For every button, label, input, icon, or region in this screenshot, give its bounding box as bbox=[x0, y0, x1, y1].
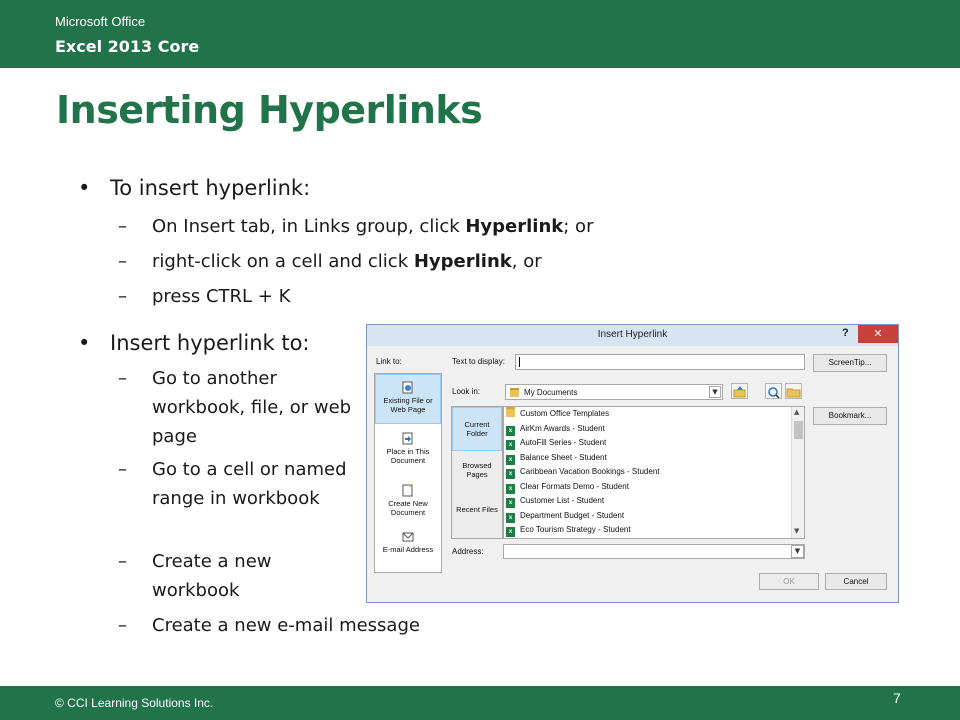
excel-file-icon: x bbox=[506, 498, 515, 508]
text-to-display-input[interactable] bbox=[515, 354, 805, 370]
look-in-select[interactable]: My Documents ▼ bbox=[505, 384, 723, 400]
dialog-title: Insert Hyperlink bbox=[597, 329, 668, 340]
cancel-button[interactable]: Cancel bbox=[825, 573, 887, 590]
list-item[interactable]: x Clear Formats Demo - Student bbox=[506, 480, 629, 494]
dialog-titlebar: Insert Hyperlink ? ✕ bbox=[367, 325, 898, 346]
address-input[interactable]: ▼ bbox=[503, 544, 805, 559]
copyright-text: © CCI Learning Solutions Inc. bbox=[55, 696, 214, 710]
list-item[interactable]: x Eco Tourism Strategy - Student bbox=[506, 523, 631, 537]
link-to-place-in-document[interactable]: Place in This Document bbox=[375, 426, 441, 476]
folder-icon bbox=[506, 407, 515, 417]
web-page-icon bbox=[402, 381, 414, 394]
scroll-thumb[interactable] bbox=[794, 421, 803, 439]
excel-file-icon: x bbox=[506, 454, 515, 465]
help-button[interactable]: ? bbox=[842, 327, 849, 339]
close-button[interactable]: ✕ bbox=[858, 325, 898, 343]
bullet-heading-2-text: Insert hyperlink to: bbox=[110, 331, 310, 355]
slide-title: Inserting Hyperlinks bbox=[56, 88, 483, 132]
folder-icon bbox=[510, 388, 519, 397]
list-item[interactable]: Custom Office Templates bbox=[506, 407, 609, 421]
excel-file-icon: x bbox=[506, 483, 515, 494]
new-document-icon bbox=[402, 484, 414, 497]
header-course: Excel 2013 Core bbox=[55, 37, 200, 56]
link-to-email-address[interactable]: E-mail Address bbox=[375, 524, 441, 574]
scroll-down-icon[interactable]: ▼ bbox=[794, 527, 799, 535]
bullet-heading-1-text: To insert hyperlink: bbox=[110, 176, 311, 200]
text-to-display-label: Text to display: bbox=[452, 357, 505, 366]
list-item[interactable]: x Balance Sheet - Student bbox=[506, 451, 607, 465]
up-folder-button[interactable] bbox=[731, 383, 748, 399]
email-icon bbox=[402, 530, 414, 543]
browse-web-button[interactable] bbox=[765, 383, 782, 399]
list-item[interactable]: x Customer List - Student bbox=[506, 494, 604, 508]
link-to-panel: Existing File or Web Page Place in This … bbox=[374, 373, 442, 573]
header-product: Microsoft Office bbox=[55, 14, 146, 29]
ok-button[interactable]: OK bbox=[759, 573, 819, 590]
look-in-label: Look in: bbox=[452, 387, 481, 396]
screentip-button[interactable]: ScreenTip... bbox=[813, 354, 887, 372]
excel-file-icon: x bbox=[506, 440, 515, 450]
list-item[interactable]: x Department Budget - Student bbox=[506, 509, 624, 523]
bookmark-button[interactable]: Bookmark... bbox=[813, 407, 887, 425]
insert-hyperlink-dialog: Insert Hyperlink ? ✕ Link to: Text to di… bbox=[366, 324, 899, 603]
look-in-value: My Documents bbox=[524, 388, 578, 397]
excel-file-icon: x bbox=[506, 512, 515, 523]
chevron-down-icon[interactable]: ▼ bbox=[791, 545, 804, 558]
list-item[interactable]: x AirKm Awards - Student bbox=[506, 422, 605, 436]
chevron-down-icon[interactable]: ▼ bbox=[709, 386, 721, 398]
address-label: Address: bbox=[452, 547, 484, 556]
scroll-up-icon[interactable]: ▲ bbox=[794, 408, 799, 416]
browse-tabs: Current Folder Browsed Pages Recent File… bbox=[451, 406, 503, 539]
excel-file-icon: x bbox=[506, 527, 515, 537]
list-item[interactable]: x Caribbean Vacation Bookings - Student bbox=[506, 465, 660, 479]
tab-recent-files[interactable]: Recent Files bbox=[452, 499, 502, 514]
file-list-scrollbar[interactable]: ▲ ▼ bbox=[791, 407, 804, 538]
footer-bar: © CCI Learning Solutions Inc. 7 bbox=[0, 686, 960, 720]
list-item[interactable]: x AutoFill Series - Student bbox=[506, 436, 606, 450]
tab-browsed-pages[interactable]: Browsed Pages bbox=[452, 455, 502, 479]
link-to-label: Link to: bbox=[376, 357, 402, 366]
excel-file-icon: x bbox=[506, 469, 515, 479]
excel-file-icon: x bbox=[506, 425, 515, 436]
file-list: Custom Office Templates x AirKm Awards - … bbox=[503, 406, 805, 539]
document-place-icon bbox=[402, 432, 414, 445]
page-number: 7 bbox=[893, 690, 901, 706]
link-to-existing-file[interactable]: Existing File or Web Page bbox=[375, 374, 441, 424]
text-cursor bbox=[519, 357, 520, 367]
browse-file-button[interactable] bbox=[785, 383, 802, 399]
tab-current-folder[interactable]: Current Folder bbox=[452, 407, 502, 451]
header-bar: Microsoft Office Excel 2013 Core bbox=[0, 0, 960, 68]
link-to-new-document[interactable]: Create New Document bbox=[375, 478, 441, 528]
